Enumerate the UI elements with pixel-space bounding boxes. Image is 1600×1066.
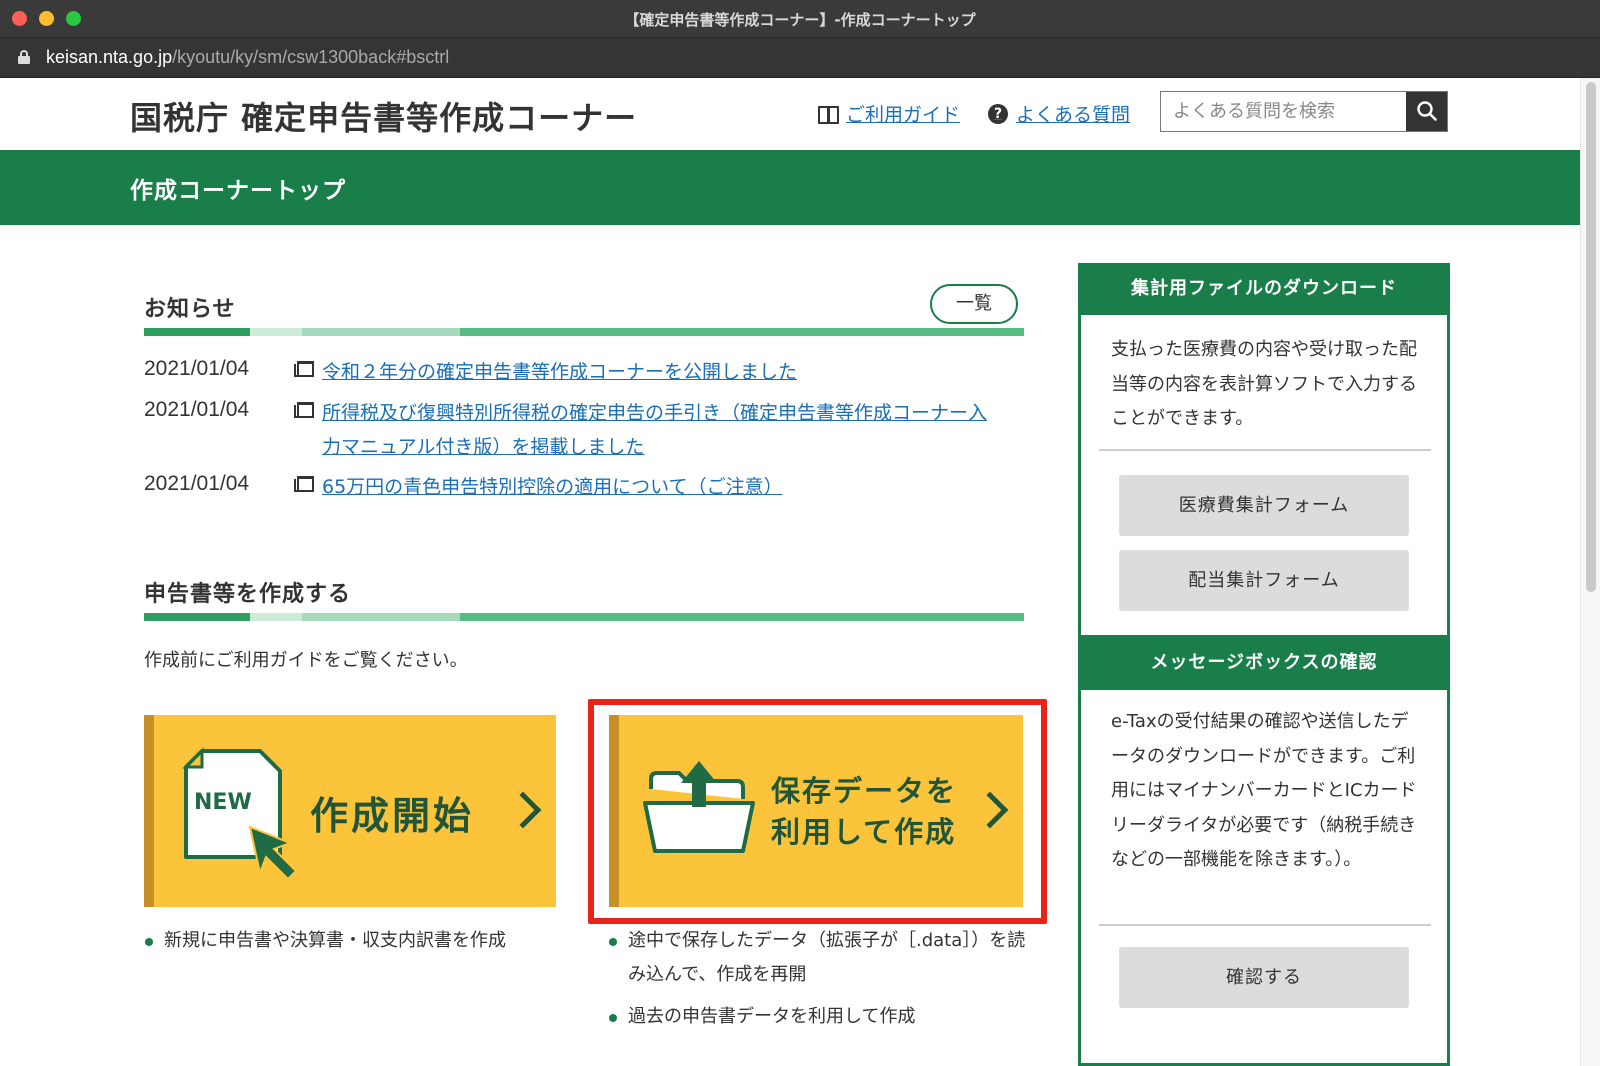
new-window-icon bbox=[294, 361, 314, 377]
question-icon: ? bbox=[988, 103, 1008, 124]
new-window-icon bbox=[294, 402, 314, 418]
search-button[interactable] bbox=[1406, 92, 1447, 131]
new-window-icon bbox=[294, 476, 314, 492]
new-document-icon: NEW bbox=[182, 747, 298, 879]
notices-list-button[interactable]: 一覧 bbox=[930, 284, 1018, 324]
faq-link-label: よくある質問 bbox=[1016, 104, 1131, 126]
messagebox-panel-heading: メッセージボックスの確認 bbox=[1078, 635, 1450, 690]
notice-link[interactable]: 令和２年分の確定申告書等作成コーナーを公開しました bbox=[322, 355, 1002, 389]
scrollbar-thumb[interactable] bbox=[1586, 82, 1596, 592]
faq-link[interactable]: ? よくある質問 bbox=[988, 100, 1130, 127]
check-messagebox-button[interactable]: 確認する bbox=[1119, 947, 1409, 1008]
panel-divider bbox=[1099, 924, 1431, 926]
section-divider bbox=[144, 613, 1024, 621]
medical-expense-form-button[interactable]: 医療費集計フォーム bbox=[1119, 475, 1409, 536]
download-panel-text: 支払った医療費の内容や受け取った配当等の内容を表計算ソフトで入力することができま… bbox=[1111, 339, 1417, 429]
chevron-right-icon bbox=[504, 791, 542, 829]
list-item: 途中で保存したデータ（拡張子が［.data］）を読み込んで、作成を再開 bbox=[608, 924, 1028, 992]
create-description: 作成前にご利用ガイドをご覧ください。 bbox=[144, 650, 468, 671]
faq-search-input[interactable] bbox=[1161, 92, 1407, 131]
notices-heading: お知らせ bbox=[144, 297, 236, 322]
sidebar: 集計用ファイルのダウンロード 支払った医療費の内容や受け取った配当等の内容を表計… bbox=[1078, 263, 1450, 1066]
site-header: 国税庁 確定申告書等作成コーナー ご利用ガイド ? よくある質問 bbox=[0, 78, 1580, 150]
list-item: 新規に申告書や決算書・収支内訳書を作成 bbox=[144, 924, 506, 958]
notice-date: 2021/01/04 bbox=[144, 357, 250, 380]
window-titlebar: 【確定申告書等作成コーナー】-作成コーナートップ bbox=[0, 0, 1600, 38]
guide-link-label: ご利用ガイド bbox=[846, 104, 961, 126]
page-content: 国税庁 確定申告書等作成コーナー ご利用ガイド ? よくある質問 作成コーナート… bbox=[0, 78, 1580, 1066]
list-item: 過去の申告書データを利用して作成 bbox=[608, 1000, 1028, 1034]
svg-text:NEW: NEW bbox=[194, 790, 252, 815]
download-panel-heading: 集計用ファイルのダウンロード bbox=[1078, 263, 1450, 315]
site-title[interactable]: 国税庁 確定申告書等作成コーナー bbox=[130, 93, 637, 139]
start-create-notes: 新規に申告書や決算書・収支内訳書を作成 bbox=[144, 924, 506, 958]
url-text[interactable]: keisan.nta.go.jp/kyoutu/ky/sm/csw1300bac… bbox=[46, 47, 449, 68]
dividend-form-button[interactable]: 配当集計フォーム bbox=[1119, 550, 1409, 611]
highlight-annotation bbox=[588, 699, 1047, 924]
address-bar[interactable]: keisan.nta.go.jp/kyoutu/ky/sm/csw1300bac… bbox=[0, 38, 1600, 78]
start-create-label: 作成開始 bbox=[310, 794, 475, 838]
notice-date: 2021/01/04 bbox=[144, 398, 250, 421]
notice-link[interactable]: 所得税及び復興特別所得税の確定申告の手引き（確定申告書等作成コーナー入力マニュア… bbox=[322, 396, 1002, 464]
create-heading: 申告書等を作成する bbox=[144, 582, 352, 607]
page-banner: 作成コーナートップ bbox=[0, 150, 1580, 225]
section-divider bbox=[144, 328, 1024, 336]
saved-data-notes: 途中で保存したデータ（拡張子が［.data］）を読み込んで、作成を再開 過去の申… bbox=[608, 924, 1028, 1042]
url-host: keisan.nta.go.jp bbox=[46, 47, 173, 67]
notice-date: 2021/01/04 bbox=[144, 472, 250, 495]
page-title: 作成コーナートップ bbox=[130, 178, 346, 204]
url-path: /kyoutu/ky/sm/csw1300back#bsctrl bbox=[172, 47, 450, 67]
book-icon bbox=[818, 105, 839, 124]
lock-icon bbox=[18, 50, 30, 64]
search-icon bbox=[1417, 101, 1437, 121]
start-create-button[interactable]: NEW 作成開始 bbox=[144, 715, 556, 907]
notice-link[interactable]: 65万円の青色申告特別控除の適用について（ご注意） bbox=[322, 470, 1002, 504]
window-title: 【確定申告書等作成コーナー】-作成コーナートップ bbox=[624, 11, 976, 29]
panel-divider bbox=[1099, 449, 1431, 451]
messagebox-panel-text: e-Taxの受付結果の確認や送信したデータのダウンロードができます。ご利用にはマ… bbox=[1111, 711, 1417, 870]
guide-link[interactable]: ご利用ガイド bbox=[818, 100, 960, 127]
faq-search-box bbox=[1160, 91, 1448, 132]
